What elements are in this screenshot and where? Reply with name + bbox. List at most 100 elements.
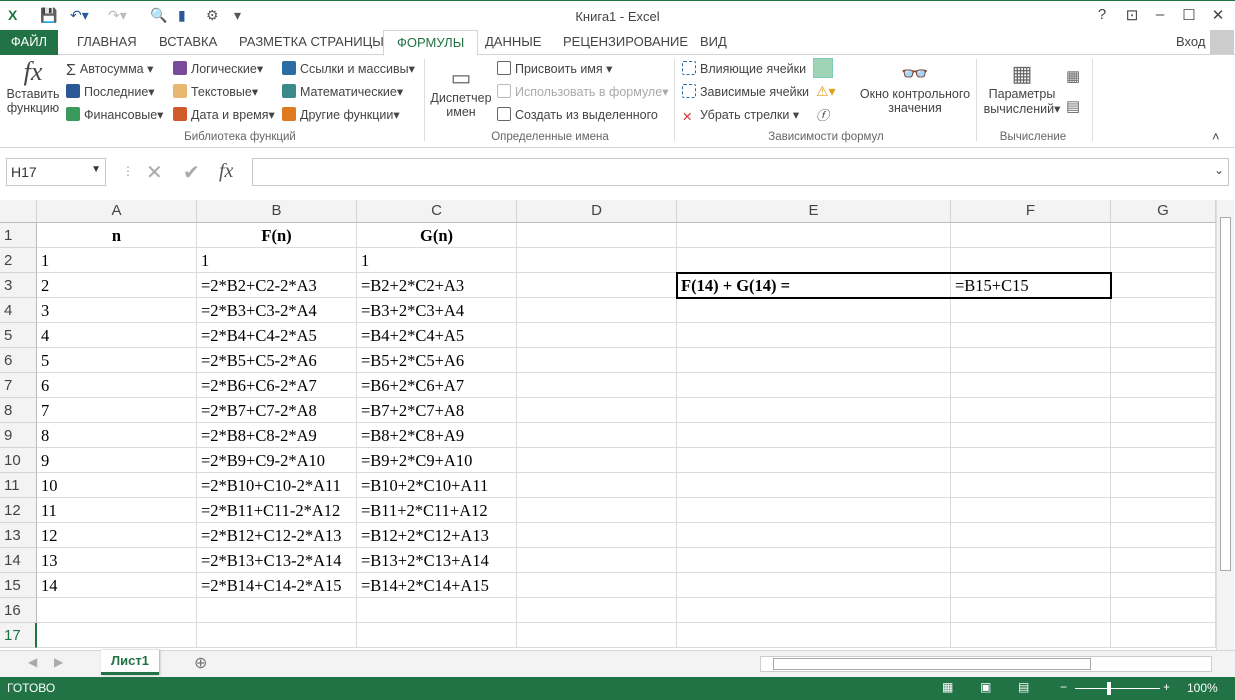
use-in-formula-button[interactable]: Использовать в формуле▾ — [497, 84, 668, 99]
row-header[interactable]: 7 — [0, 373, 37, 398]
new-sheet-icon[interactable]: ⊕ — [194, 653, 207, 673]
cell[interactable]: 13 — [37, 548, 197, 573]
cell[interactable] — [197, 598, 357, 623]
cell[interactable] — [517, 323, 677, 348]
cell[interactable] — [1111, 573, 1216, 598]
tab-home[interactable]: ГЛАВНАЯ — [77, 34, 137, 49]
trace-dependents-button[interactable]: Зависимые ячейки — [682, 84, 809, 99]
cell[interactable]: =B9+2*C9+A10 — [357, 448, 517, 473]
row-header[interactable]: 13 — [0, 523, 37, 548]
cell[interactable]: =2*B2+C2-2*A3 — [197, 273, 357, 298]
help-button[interactable]: ? — [1092, 6, 1112, 23]
cell[interactable] — [357, 598, 517, 623]
ribbon-display-icon[interactable]: ⊡ — [1122, 6, 1142, 24]
cell[interactable]: =2*B14+C14-2*A15 — [197, 573, 357, 598]
cell[interactable] — [517, 248, 677, 273]
column-header[interactable]: A — [37, 200, 197, 223]
show-formulas-icon[interactable] — [813, 58, 833, 78]
cell[interactable]: =B10+2*C10+A11 — [357, 473, 517, 498]
cell[interactable] — [1111, 273, 1216, 298]
more-functions-button[interactable]: Другие функции▾ — [282, 107, 400, 122]
cell[interactable] — [951, 498, 1111, 523]
cell[interactable] — [951, 548, 1111, 573]
cell[interactable] — [677, 473, 951, 498]
scroll-thumb[interactable] — [1220, 217, 1231, 571]
cell[interactable] — [517, 348, 677, 373]
row-header[interactable]: 12 — [0, 498, 37, 523]
tab-data[interactable]: ДАННЫЕ — [485, 34, 541, 49]
insert-function-icon[interactable]: fx — [219, 160, 233, 183]
column-header[interactable]: E — [677, 200, 951, 223]
cell[interactable]: 10 — [37, 473, 197, 498]
cell[interactable] — [1111, 248, 1216, 273]
recent-button[interactable]: Последние▾ — [66, 84, 155, 99]
cell[interactable] — [951, 598, 1111, 623]
cell[interactable] — [677, 573, 951, 598]
zoom-slider[interactable] — [1075, 688, 1160, 689]
cell[interactable]: =2*B4+C4-2*A5 — [197, 323, 357, 348]
cell[interactable] — [677, 423, 951, 448]
cell[interactable] — [1111, 598, 1216, 623]
cell[interactable]: =2*B5+C5-2*A6 — [197, 348, 357, 373]
cell[interactable] — [517, 223, 677, 248]
cell[interactable]: 5 — [37, 348, 197, 373]
cell[interactable] — [1111, 423, 1216, 448]
cell[interactable] — [517, 548, 677, 573]
cell[interactable] — [1111, 298, 1216, 323]
zoom-in-icon[interactable]: + — [1163, 680, 1170, 694]
cell[interactable] — [357, 623, 517, 648]
cell[interactable] — [677, 548, 951, 573]
cell[interactable] — [951, 223, 1111, 248]
tab-file[interactable]: ФАЙЛ — [0, 30, 58, 55]
column-header[interactable]: D — [517, 200, 677, 223]
cell[interactable]: =2*B7+C7-2*A8 — [197, 398, 357, 423]
cell[interactable]: 9 — [37, 448, 197, 473]
cell[interactable] — [1111, 548, 1216, 573]
cell[interactable] — [1111, 448, 1216, 473]
cell[interactable]: 6 — [37, 373, 197, 398]
column-header[interactable]: F — [951, 200, 1111, 223]
cell[interactable]: =B7+2*C7+A8 — [357, 398, 517, 423]
cell[interactable]: =2*B13+C13-2*A14 — [197, 548, 357, 573]
cell[interactable]: n — [37, 223, 197, 248]
cell[interactable]: =B3+2*C3+A4 — [357, 298, 517, 323]
remove-arrows-button[interactable]: ✕ Убрать стрелки ▾ — [682, 107, 799, 124]
create-from-selection-button[interactable]: Создать из выделенного — [497, 107, 658, 122]
close-icon[interactable]: ✕ — [1208, 6, 1228, 24]
cell[interactable]: =B12+2*C12+A13 — [357, 523, 517, 548]
cell[interactable] — [517, 598, 677, 623]
collapse-ribbon-icon[interactable]: ˄ — [1212, 129, 1220, 144]
cancel-icon[interactable]: ✕ — [146, 160, 163, 185]
cell[interactable]: 11 — [37, 498, 197, 523]
column-header[interactable]: C — [357, 200, 517, 223]
calculation-options-button[interactable]: ▦ Параметры вычислений▾ — [982, 61, 1062, 116]
watch-window-button[interactable]: 👓 Окно контрольного значения — [856, 61, 974, 115]
vertical-scrollbar[interactable] — [1216, 200, 1234, 650]
formula-input[interactable]: ⌄ — [252, 158, 1229, 186]
row-header[interactable]: 1 — [0, 223, 37, 248]
cell[interactable] — [1111, 398, 1216, 423]
row-header[interactable]: 4 — [0, 298, 37, 323]
text-button[interactable]: Текстовые▾ — [173, 84, 258, 99]
cell[interactable] — [951, 473, 1111, 498]
cell[interactable] — [677, 398, 951, 423]
cell[interactable]: 2 — [37, 273, 197, 298]
cell[interactable] — [1111, 623, 1216, 648]
cell[interactable] — [37, 598, 197, 623]
tab-formulas[interactable]: ФОРМУЛЫ — [383, 30, 479, 56]
prev-sheet-icon[interactable]: ◀ — [28, 655, 37, 669]
cell[interactable]: =B14+2*C14+A15 — [357, 573, 517, 598]
page-break-icon[interactable]: ▤ — [1018, 680, 1029, 694]
name-manager-button[interactable]: ▭ Диспетчер имен — [430, 65, 492, 119]
cell[interactable]: 1 — [357, 248, 517, 273]
cell[interactable] — [951, 623, 1111, 648]
cell[interactable]: 12 — [37, 523, 197, 548]
cell[interactable]: =2*B10+C10-2*A11 — [197, 473, 357, 498]
zoom-out-icon[interactable]: − — [1060, 680, 1067, 694]
cell[interactable] — [951, 523, 1111, 548]
cell[interactable] — [677, 523, 951, 548]
row-header[interactable]: 3 — [0, 273, 37, 298]
tab-view[interactable]: ВИД — [700, 34, 727, 49]
cell[interactable] — [517, 373, 677, 398]
define-name-button[interactable]: Присвоить имя ▾ — [497, 61, 612, 76]
